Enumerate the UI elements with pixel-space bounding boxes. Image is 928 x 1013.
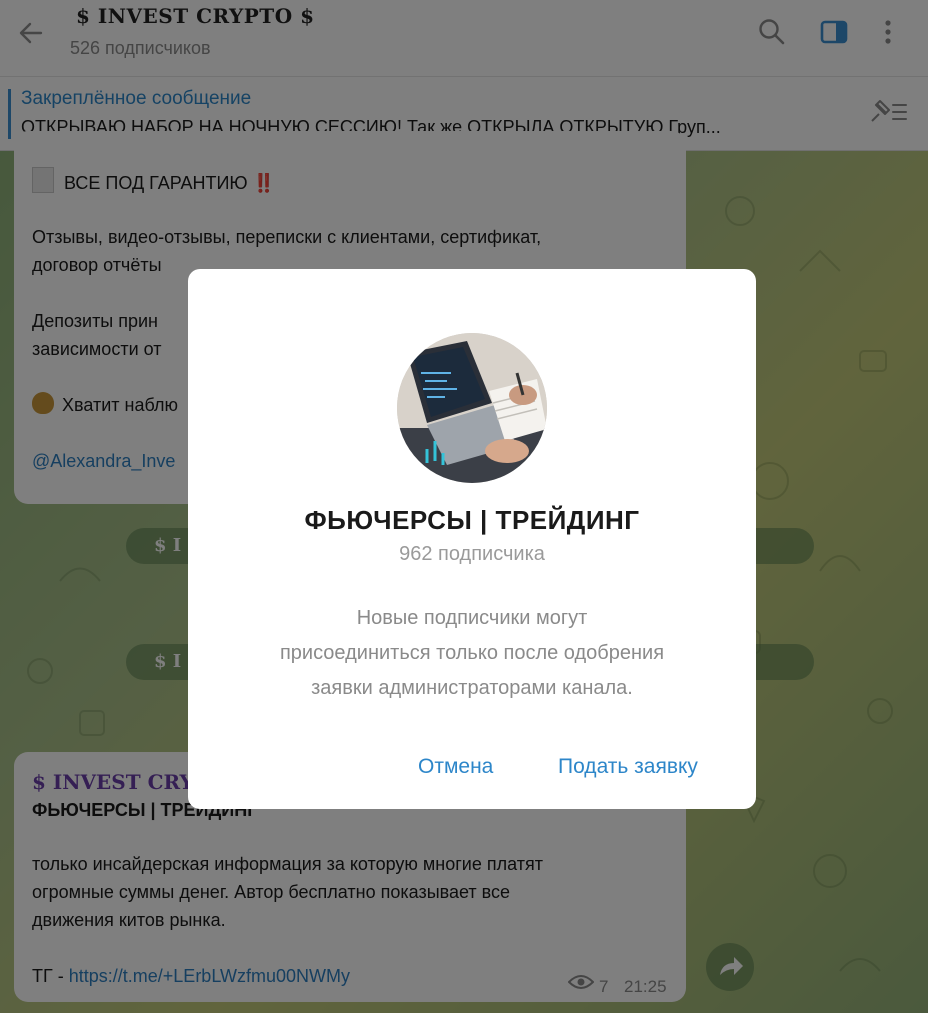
cancel-button[interactable]: Отмена	[418, 755, 493, 779]
dialog-title: ФЬЮЧЕРСЫ | ТРЕЙДИНГ	[304, 505, 640, 535]
channel-avatar	[397, 333, 547, 483]
dialog-description-line: Новые подписчики могут	[356, 607, 588, 629]
dialog-description-line: присоединиться только после одобрения	[279, 642, 665, 664]
submit-request-button[interactable]: Подать заявку	[558, 755, 698, 779]
dialog-description-line: заявки администраторами канала.	[311, 677, 633, 699]
channel-avatar-image	[397, 333, 547, 483]
dialog-description: Новые подписчики могут присоединиться то…	[188, 601, 756, 706]
join-request-dialog: ФЬЮЧЕРСЫ | ТРЕЙДИНГ 962 подписчика Новые…	[188, 269, 756, 809]
dialog-subscriber-count: 962 подписчика	[399, 543, 545, 565]
